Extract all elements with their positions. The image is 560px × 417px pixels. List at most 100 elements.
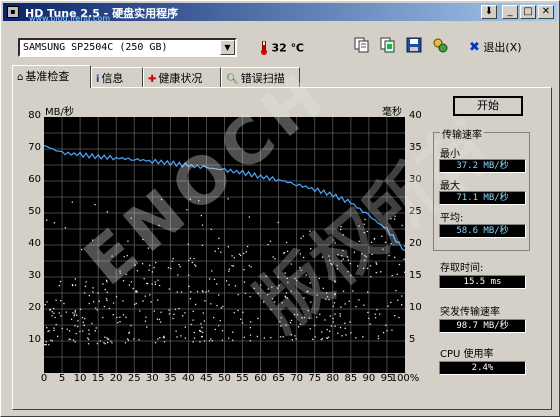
scatter-point — [163, 335, 165, 337]
scatter-point — [294, 278, 296, 280]
scatter-point — [363, 223, 365, 225]
minimize-button[interactable]: _ — [502, 5, 518, 19]
burst-rate-label: 突发传输速率 — [440, 307, 500, 318]
scatter-point — [393, 218, 396, 220]
scatter-point — [299, 266, 301, 269]
scatter-point — [221, 330, 224, 332]
scatter-point — [85, 281, 87, 283]
scatter-point — [106, 211, 108, 213]
scatter-point — [329, 330, 331, 332]
scatter-point — [390, 218, 392, 220]
scatter-point — [380, 271, 382, 273]
scatter-point — [168, 309, 170, 311]
app-window: ▪ HD Tune 2.5 - 硬盘实用程序 www.blog.ifeng.co… — [0, 0, 560, 417]
scatter-point — [88, 333, 90, 335]
scatter-point — [187, 243, 189, 245]
scatter-point — [245, 251, 247, 253]
tab-info[interactable]: i 信息 — [91, 67, 143, 87]
scatter-point — [189, 198, 191, 200]
left-axis-tick-label: 40 — [28, 238, 41, 249]
scatter-point — [192, 319, 194, 321]
tab-benchmark[interactable]: ⌂ 基准检查 — [12, 65, 91, 88]
right-axis-tick-label: 30 — [409, 174, 422, 185]
right-axis-tick-label: 40 — [409, 110, 422, 121]
scatter-point — [158, 284, 161, 287]
scatter-point — [177, 274, 179, 276]
copy-text-icon[interactable] — [352, 37, 372, 57]
scatter-point — [329, 315, 331, 317]
close-button[interactable]: ✕ — [538, 5, 554, 19]
scatter-point — [65, 311, 67, 313]
scatter-point — [142, 238, 144, 241]
scatter-point — [332, 305, 334, 307]
scatter-point — [84, 318, 86, 320]
scatter-point — [266, 294, 269, 296]
scatter-point — [280, 317, 282, 319]
scatter-point — [170, 267, 172, 270]
x-axis-tick-label: 25 — [127, 373, 141, 384]
access-time-value: 15.5 ms — [439, 275, 526, 289]
scatter-point — [196, 290, 199, 293]
scatter-point — [293, 313, 296, 316]
scatter-point — [248, 264, 250, 267]
scatter-point — [250, 266, 252, 268]
scatter-point — [296, 279, 298, 282]
left-axis-tick-label: 50 — [28, 206, 41, 217]
scatter-point — [193, 337, 196, 339]
scatter-point — [321, 331, 323, 333]
scatter-point — [54, 316, 56, 319]
scatter-point — [122, 300, 124, 302]
scatter-point — [200, 323, 202, 325]
x-axis-tick-label: 5 — [58, 373, 66, 384]
scatter-point — [286, 297, 288, 299]
scatter-point — [130, 217, 132, 219]
scatter-point — [257, 317, 259, 320]
scatter-point — [88, 329, 90, 331]
tab-health[interactable]: ✚ 健康状况 — [143, 67, 221, 87]
scatter-point — [330, 325, 332, 327]
scatter-point — [193, 257, 195, 260]
scatter-point — [340, 260, 343, 262]
max-value: 71.1 MB/秒 — [439, 191, 526, 205]
scatter-point — [234, 285, 237, 287]
tab-error-scan[interactable]: 🔍︎ 错误扫描 — [221, 67, 300, 87]
exit-button[interactable]: ✖ 退出(X) — [469, 39, 522, 55]
scatter-point — [45, 341, 47, 343]
scatter-point — [243, 336, 245, 338]
scatter-point — [180, 335, 182, 337]
help-button[interactable]: ⬇ — [481, 5, 497, 19]
start-button[interactable]: 开始 — [453, 96, 523, 116]
maximize-button[interactable]: □ — [520, 5, 536, 19]
scatter-point — [211, 270, 213, 272]
x-axis-tick-label: 40 — [182, 373, 195, 384]
drive-select[interactable]: SAMSUNG SP2504C (250 GB) ▼ — [18, 38, 237, 57]
scatter-point — [53, 307, 55, 310]
scatter-point — [157, 279, 159, 281]
scatter-point — [201, 326, 203, 329]
x-axis-tick-label: 20 — [109, 373, 123, 384]
chevron-down-icon[interactable]: ▼ — [220, 40, 235, 55]
scatter-point — [342, 290, 345, 292]
scatter-point — [160, 198, 163, 201]
scatter-point — [60, 300, 62, 302]
scatter-point — [46, 219, 48, 221]
scatter-point — [374, 313, 376, 315]
scatter-point — [309, 282, 311, 284]
scatter-point — [222, 305, 224, 308]
scatter-point — [130, 325, 132, 327]
options-gear-icon[interactable] — [430, 37, 450, 57]
scatter-point — [370, 241, 373, 243]
scatter-point — [277, 221, 279, 224]
scatter-point — [279, 321, 281, 323]
scatter-point — [72, 339, 75, 341]
scatter-point — [333, 302, 336, 304]
scatter-point — [290, 263, 292, 265]
scatter-point — [310, 248, 312, 250]
save-disk-icon[interactable] — [404, 37, 424, 57]
scatter-point — [369, 323, 371, 325]
scatter-point — [142, 300, 144, 302]
scatter-point — [205, 291, 207, 293]
scatter-point — [237, 309, 239, 312]
title-bar[interactable]: ▪ HD Tune 2.5 - 硬盘实用程序 www.blog.ifeng.co… — [3, 3, 557, 23]
copy-screenshot-icon[interactable] — [378, 37, 398, 57]
